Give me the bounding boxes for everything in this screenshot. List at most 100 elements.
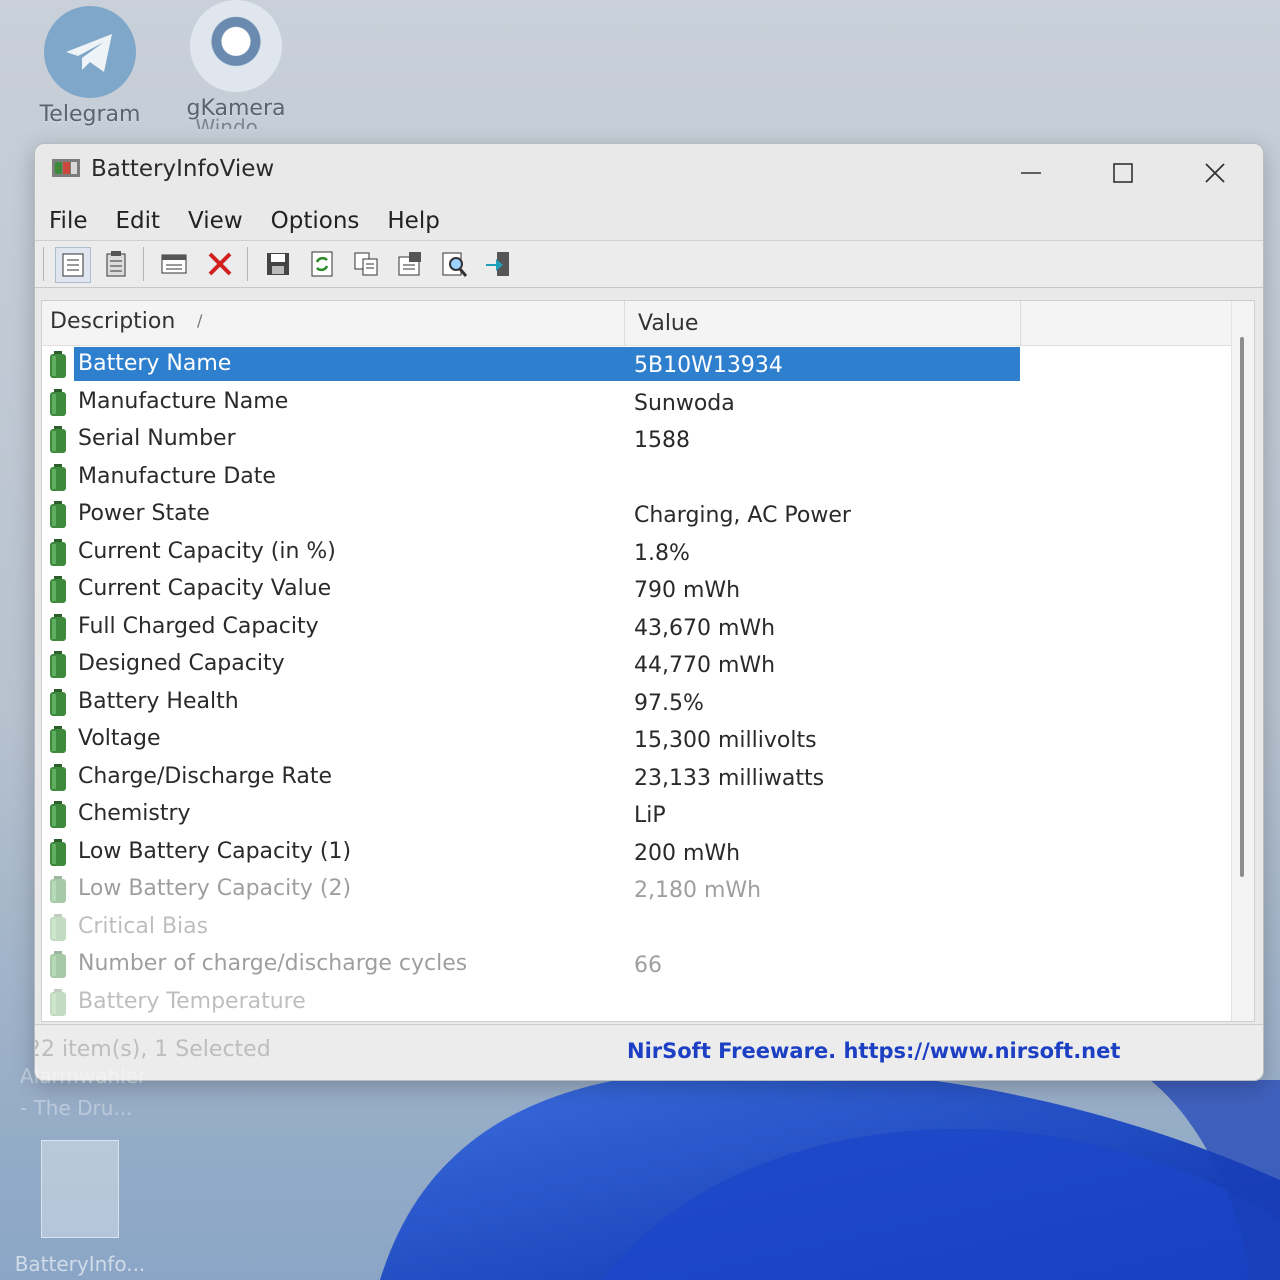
- ghost-line: Alarmwahler: [20, 1064, 147, 1088]
- table-row[interactable]: Low Battery Capacity (2) 2,180 mWh: [42, 872, 1232, 910]
- battery-info-list[interactable]: Description / Value Battery Name 5B10W139…: [41, 300, 1255, 1022]
- row-description: Low Battery Capacity (2): [78, 876, 352, 901]
- table-row[interactable]: Serial Number 1588: [42, 422, 1232, 460]
- table-row[interactable]: Battery Name 5B10W13934: [42, 347, 1232, 385]
- menu-options[interactable]: Options: [257, 202, 374, 240]
- battery-icon: [50, 426, 66, 453]
- refresh-button[interactable]: [305, 247, 339, 281]
- list-header: Description / Value: [42, 301, 1232, 346]
- table-row[interactable]: Number of charge/discharge cycles 66: [42, 947, 1232, 985]
- table-row[interactable]: Charge/Discharge Rate 23,133 milliwatts: [42, 760, 1232, 798]
- exit-door-icon: [486, 252, 509, 276]
- menu-help[interactable]: Help: [373, 202, 453, 240]
- battery-icon: [50, 763, 66, 791]
- desktop-icon-batteryinfo[interactable]: BatteryInfo...: [10, 1140, 150, 1276]
- row-description: Chemistry: [78, 801, 191, 826]
- battery-icon: [50, 988, 66, 1016]
- minimize-button[interactable]: [1001, 152, 1061, 194]
- menu-file[interactable]: File: [35, 202, 102, 240]
- desktop-ghost-text: Alarmwahler - The Dru...: [20, 1060, 146, 1124]
- menu-view[interactable]: View: [174, 202, 257, 240]
- row-value: 200 mWh: [634, 840, 741, 866]
- close-button[interactable]: [1185, 152, 1245, 194]
- delete-button[interactable]: [203, 247, 237, 281]
- battery-icon: [50, 651, 66, 678]
- toolbar-separator: [247, 247, 248, 281]
- list-view-icon: [62, 253, 84, 277]
- table-row[interactable]: Full Charged Capacity 43,670 mWh: [42, 610, 1232, 648]
- column-header-description[interactable]: Description: [50, 309, 175, 334]
- table-row[interactable]: Designed Capacity 44,770 mWh: [42, 647, 1232, 685]
- menu-bar: File Edit View Options Help: [35, 202, 1263, 240]
- row-description: Voltage: [78, 726, 161, 751]
- nirsoft-link[interactable]: NirSoft Freeware. https://www.nirsoft.ne…: [627, 1039, 1120, 1063]
- toolbar: [35, 240, 1263, 288]
- table-row[interactable]: Battery Temperature: [42, 985, 1232, 1022]
- exit-button[interactable]: [481, 247, 515, 281]
- maximize-button[interactable]: [1093, 152, 1153, 194]
- row-value: 66: [634, 953, 662, 978]
- desktop-icon-gkamera[interactable]: gKamera Windo...: [166, 0, 306, 129]
- menu-edit[interactable]: Edit: [102, 202, 175, 240]
- battery-icon: [50, 538, 66, 566]
- html-report-button[interactable]: [393, 247, 427, 281]
- row-description: Low Battery Capacity (1): [78, 838, 352, 864]
- row-value: 23,133 milliwatts: [634, 765, 825, 791]
- row-description: Manufacture Date: [78, 463, 276, 489]
- scrollbar-thumb[interactable]: [1240, 337, 1244, 877]
- column-divider[interactable]: [1020, 301, 1021, 345]
- battery-info-view-button[interactable]: [55, 247, 91, 283]
- table-row[interactable]: Current Capacity Value 790 mWh: [42, 572, 1232, 610]
- copy-button[interactable]: [349, 247, 383, 281]
- list-rows: Battery Name 5B10W13934 Manufacture Name Su…: [42, 347, 1232, 1022]
- row-description: Critical Bias: [78, 913, 209, 939]
- table-row[interactable]: Critical Bias: [42, 910, 1232, 948]
- row-value: 1.8%: [634, 540, 690, 566]
- batteryinfoview-window: BatteryInfoView File Edit View Options H…: [34, 143, 1264, 1081]
- battery-log-view-button[interactable]: [99, 247, 133, 281]
- row-value: 1588: [634, 428, 690, 453]
- row-description: Power State: [78, 501, 210, 526]
- table-row[interactable]: Manufacture Date: [42, 460, 1232, 498]
- battery-icon: [50, 388, 66, 416]
- battery-icon: [50, 688, 66, 716]
- row-value: 2,180 mWh: [634, 878, 762, 903]
- window-title: BatteryInfoView: [91, 156, 275, 182]
- desktop-icon-label: BatteryInfo...: [14, 1252, 146, 1276]
- table-row[interactable]: Power State Charging, AC Power: [42, 497, 1232, 535]
- desktop-icon-telegram[interactable]: Telegram: [20, 6, 160, 127]
- save-button[interactable]: [261, 247, 295, 281]
- vertical-scrollbar[interactable]: [1231, 301, 1254, 1021]
- telegram-icon: [44, 6, 136, 98]
- delete-x-icon: [208, 252, 232, 276]
- sort-indicator-icon: /: [197, 311, 203, 330]
- row-value: Charging, AC Power: [634, 503, 851, 528]
- status-bar: 22 item(s), 1 Selected NirSoft Freeware.…: [35, 1024, 1263, 1080]
- table-row[interactable]: Chemistry LiP: [42, 797, 1232, 835]
- row-value: 43,670 mWh: [634, 615, 776, 641]
- file-icon: [41, 1140, 119, 1238]
- battery-icon: [50, 726, 66, 753]
- table-row[interactable]: Voltage 15,300 millivolts: [42, 722, 1232, 760]
- refresh-icon: [311, 251, 333, 277]
- row-value: 15,300 millivolts: [634, 728, 817, 753]
- table-row[interactable]: Manufacture Name Sunwoda: [42, 385, 1232, 423]
- column-header-value[interactable]: Value: [638, 311, 698, 336]
- row-description: Designed Capacity: [78, 651, 285, 676]
- column-divider[interactable]: [624, 301, 625, 345]
- table-row[interactable]: Battery Health 97.5%: [42, 685, 1232, 723]
- battery-icon: [50, 876, 66, 903]
- battery-icon: [50, 351, 66, 378]
- battery-icon: [50, 951, 66, 978]
- table-row[interactable]: Current Capacity (in %) 1.8%: [42, 535, 1232, 573]
- find-button[interactable]: [437, 247, 471, 281]
- log-view-icon: [106, 251, 126, 277]
- battery-icon: [50, 501, 66, 528]
- row-value: 5B10W13934: [634, 353, 783, 378]
- report-icon: [398, 252, 421, 276]
- row-value: 44,770 mWh: [634, 653, 776, 678]
- row-value: LiP: [634, 803, 666, 828]
- title-bar[interactable]: BatteryInfoView: [35, 144, 1263, 200]
- table-row[interactable]: Low Battery Capacity (1) 200 mWh: [42, 835, 1232, 873]
- properties-window-button[interactable]: [157, 247, 191, 281]
